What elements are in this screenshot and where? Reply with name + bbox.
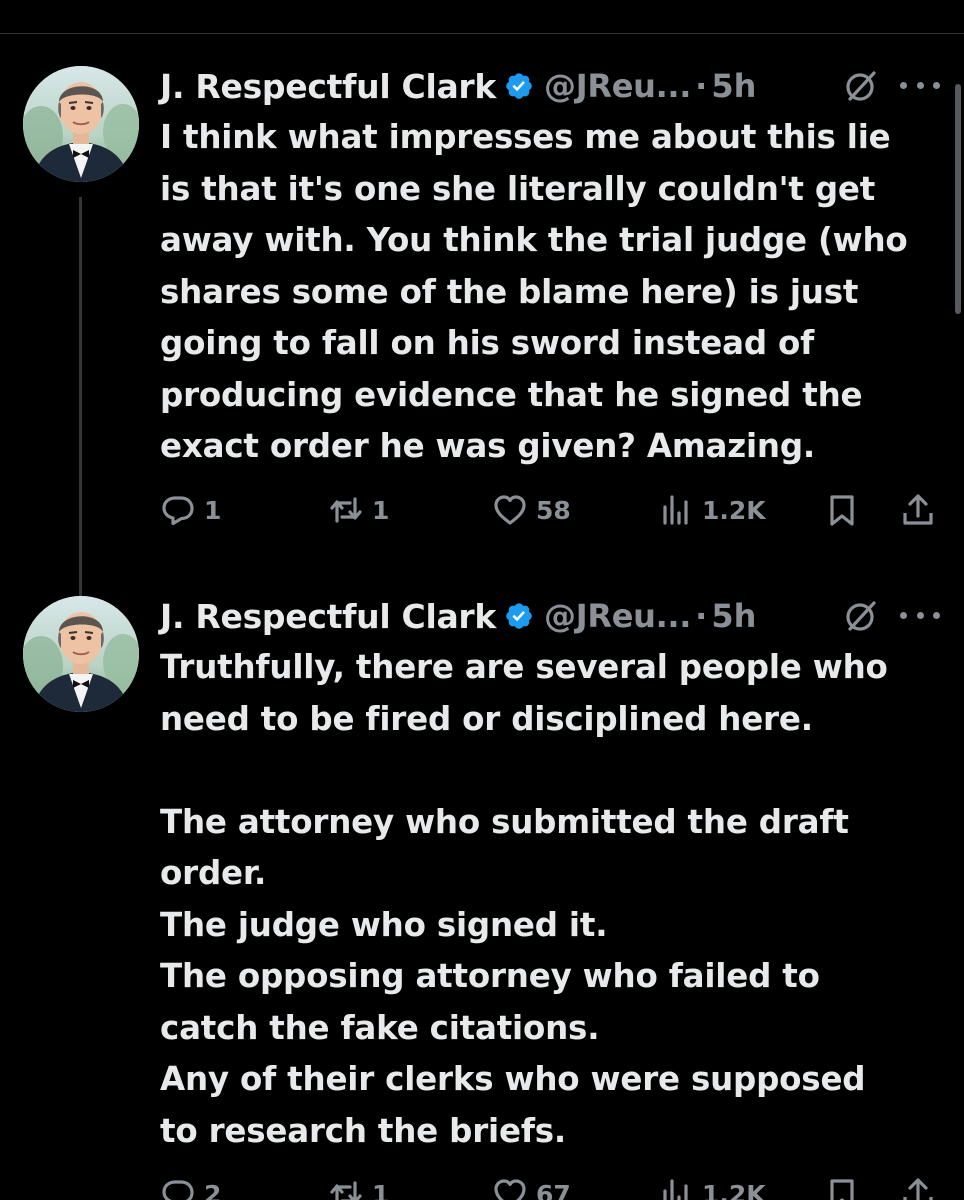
- reply-button[interactable]: 1: [160, 488, 221, 532]
- thread-connector-line: [79, 197, 82, 640]
- repost-icon: [330, 1181, 362, 1200]
- scrollbar[interactable]: [955, 84, 961, 314]
- repost-button[interactable]: 1: [328, 1172, 389, 1200]
- divider: [0, 33, 964, 34]
- like-count: 67: [536, 1179, 571, 1200]
- share-button[interactable]: [900, 488, 936, 532]
- views-icon: [663, 1179, 688, 1200]
- separator-dot: ·: [695, 597, 708, 635]
- user-handle[interactable]: @JReu...: [544, 597, 691, 635]
- like-icon: [494, 495, 526, 525]
- like-icon: [494, 1179, 526, 1200]
- grok-icon[interactable]: [842, 598, 878, 634]
- reply-count: 1: [204, 495, 222, 525]
- avatar[interactable]: [23, 66, 139, 182]
- avatar[interactable]: [23, 596, 139, 712]
- timestamp[interactable]: 5h: [711, 597, 756, 635]
- repost-count: 1: [372, 495, 390, 525]
- tweet-text: Truthfully, there are several people who…: [160, 648, 888, 1150]
- repost-count: 1: [372, 1179, 390, 1200]
- timestamp[interactable]: 5h: [711, 67, 756, 105]
- more-icon[interactable]: [900, 70, 940, 100]
- user-handle[interactable]: @JReu...: [544, 67, 691, 105]
- tweet-actions: 2 1 67 1.2K: [160, 1172, 950, 1200]
- bookmark-icon: [830, 1179, 854, 1200]
- separator-dot: ·: [695, 67, 708, 105]
- views-icon: [663, 495, 688, 525]
- like-button[interactable]: 58: [492, 488, 571, 532]
- bookmark-button[interactable]: [824, 1172, 860, 1200]
- views-count: 1.2K: [702, 1179, 766, 1200]
- verified-badge-icon[interactable]: [504, 601, 534, 631]
- views-count: 1.2K: [702, 495, 766, 525]
- like-count: 58: [536, 495, 571, 525]
- thread-view: J. Respectful Clark @JReu... · 5h I thin…: [0, 0, 964, 1200]
- grok-icon[interactable]: [842, 68, 878, 104]
- repost-icon: [330, 497, 362, 523]
- share-icon: [903, 494, 933, 525]
- tweet-actions: 1 1 58 1.2K: [160, 488, 950, 532]
- more-icon[interactable]: [900, 600, 940, 630]
- verified-badge-icon[interactable]: [504, 71, 534, 101]
- like-button[interactable]: 67: [492, 1172, 571, 1200]
- reply-icon: [162, 496, 194, 526]
- display-name[interactable]: J. Respectful Clark: [160, 597, 496, 636]
- display-name[interactable]: J. Respectful Clark: [160, 67, 496, 106]
- reply-count: 2: [204, 1179, 222, 1200]
- views-button[interactable]: 1.2K: [658, 1172, 766, 1200]
- reply-button[interactable]: 2: [160, 1172, 221, 1200]
- bookmark-button[interactable]: [824, 488, 860, 532]
- share-icon: [903, 1178, 933, 1200]
- reply-icon: [162, 1180, 194, 1200]
- views-button[interactable]: 1.2K: [658, 488, 766, 532]
- share-button[interactable]: [900, 1172, 936, 1200]
- repost-button[interactable]: 1: [328, 488, 389, 532]
- tweet-text: I think what impresses me about this lie…: [160, 118, 908, 465]
- bookmark-icon: [830, 495, 854, 526]
